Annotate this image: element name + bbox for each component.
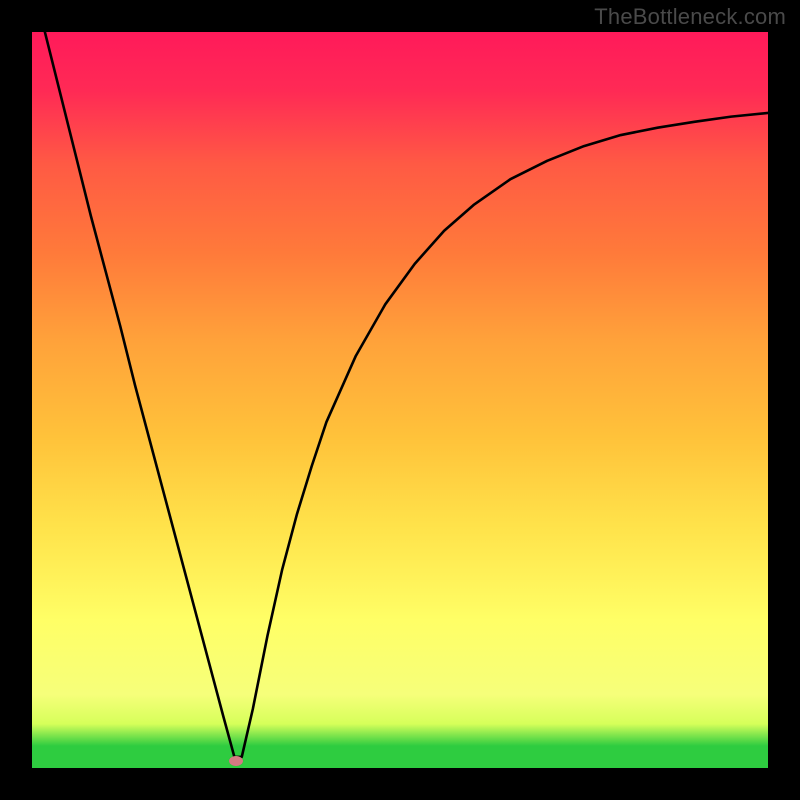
chart-frame: TheBottleneck.com [0,0,800,800]
minimum-marker [229,756,243,766]
plot-area [32,32,768,768]
watermark-text: TheBottleneck.com [594,4,786,30]
bottleneck-curve [32,32,768,768]
